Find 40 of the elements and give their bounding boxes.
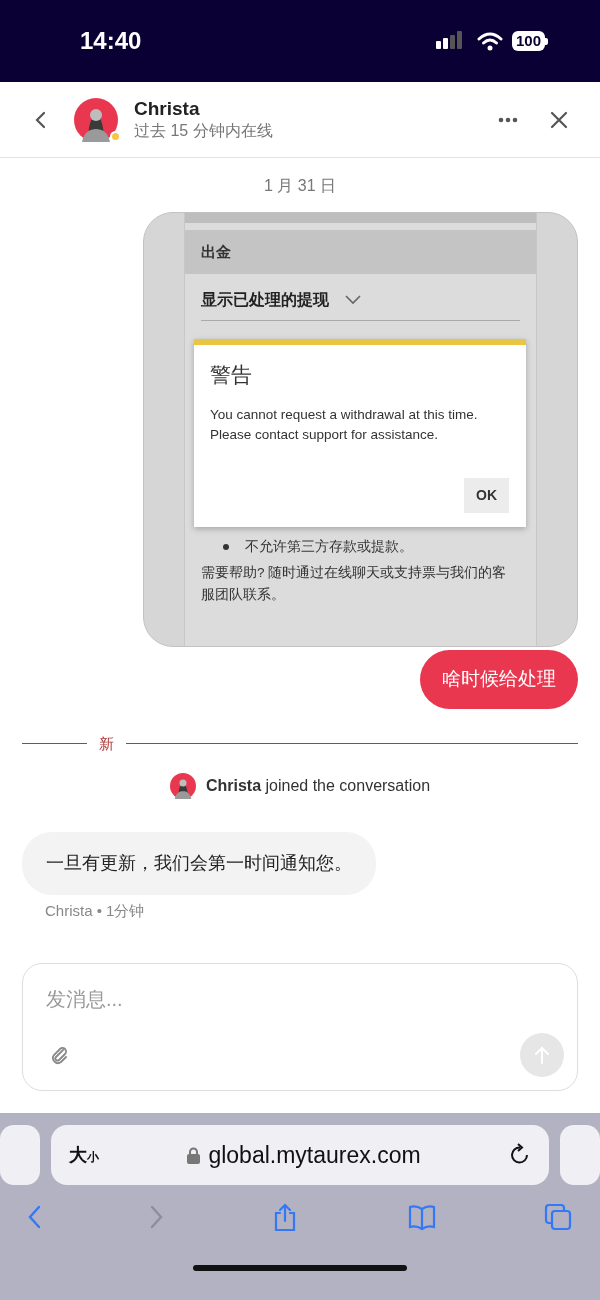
paperclip-icon xyxy=(50,1045,70,1065)
text-size-button[interactable]: 大小 xyxy=(69,1141,99,1169)
bullet-text: 不允许第三方存款或提款。 xyxy=(245,538,413,556)
send-button[interactable] xyxy=(520,1033,564,1077)
book-icon xyxy=(407,1203,436,1231)
message-meta: Christa • 1分钟 xyxy=(45,901,146,921)
tabs-icon xyxy=(544,1203,572,1231)
ok-button[interactable]: OK xyxy=(464,478,509,513)
forward-icon xyxy=(149,1205,163,1229)
help-text: 需要帮助? 随时通过在线聊天或支持票与我们的客服团队联系。 xyxy=(201,564,508,604)
tab-preview[interactable] xyxy=(0,1125,40,1185)
tab-preview[interactable] xyxy=(560,1125,600,1185)
dialog-message: You cannot request a withdrawal at this time. Please contact support for assistance. xyxy=(210,405,479,444)
close-icon xyxy=(550,110,568,129)
presence-status: 过去 15 分钟内在线 xyxy=(134,120,274,141)
dropdown-label: 显示已处理的提现 xyxy=(201,290,329,310)
message-composer[interactable]: 发消息... xyxy=(22,963,578,1091)
dialog-title: 警告 xyxy=(210,362,253,388)
section-title: 出金 xyxy=(185,230,536,274)
new-messages-label: 新 xyxy=(98,733,114,754)
battery-level: 100 xyxy=(511,31,545,51)
chevron-down-icon xyxy=(345,295,361,305)
avatar xyxy=(74,97,118,142)
wifi-icon xyxy=(475,31,504,51)
contact-name: Christa xyxy=(134,97,201,120)
avatar xyxy=(169,773,196,799)
join-notice: Christa joined the conversation xyxy=(205,776,431,796)
arrow-up-icon xyxy=(534,1046,550,1064)
lock-icon xyxy=(187,1146,201,1164)
outgoing-message: 啥时候给处理 xyxy=(420,650,578,709)
clock: 14:40 xyxy=(80,26,142,56)
date-label: 1 月 31 日 xyxy=(263,176,337,196)
bullet-icon xyxy=(223,544,229,550)
incoming-message: 一旦有更新，我们会第一时间通知您。 xyxy=(22,832,376,895)
more-icon xyxy=(498,116,518,123)
presence-dot xyxy=(110,130,121,142)
back-icon xyxy=(34,109,46,130)
back-icon xyxy=(28,1205,41,1229)
url-text: global.mytaurex.com xyxy=(208,1140,421,1170)
address-bar[interactable]: 大小 global.mytaurex.com xyxy=(51,1125,549,1185)
